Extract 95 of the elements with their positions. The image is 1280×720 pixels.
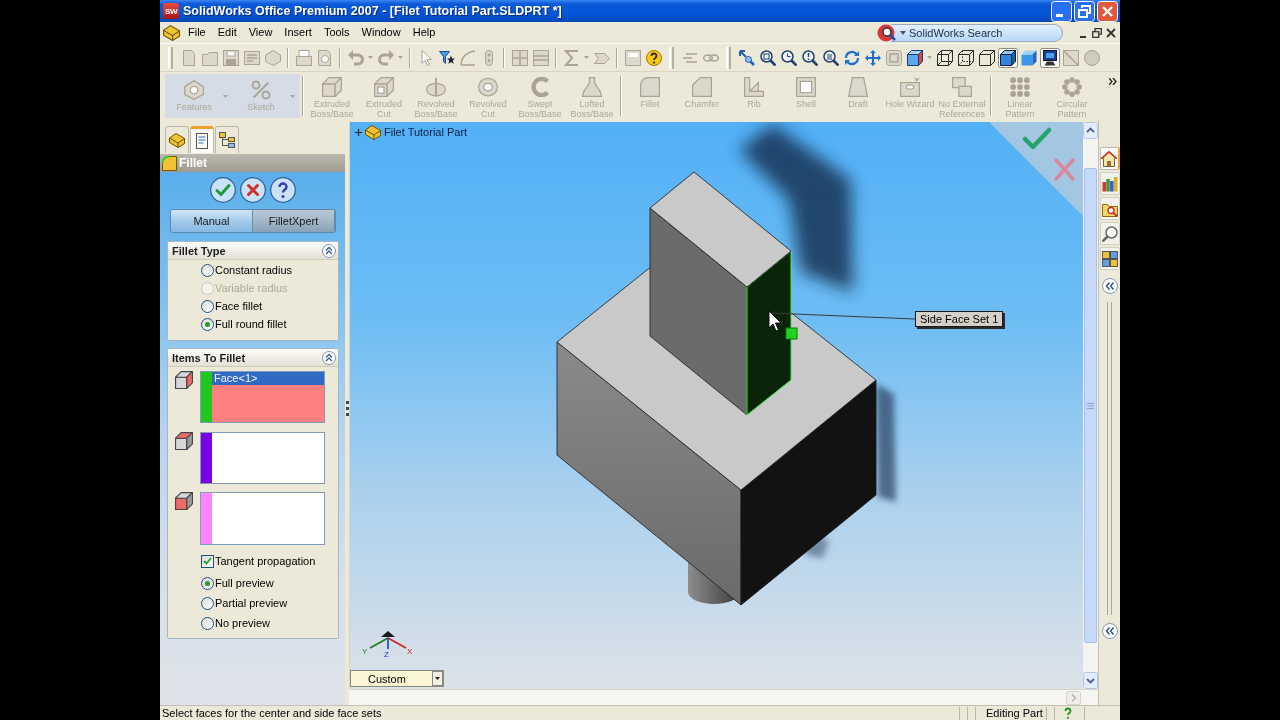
monitor-icon[interactable] (1039, 47, 1060, 68)
menu-item[interactable]: Window (355, 24, 407, 41)
rotate-icon[interactable] (843, 49, 860, 66)
status-message: Select faces for the center and side face sets (161, 706, 383, 720)
selection-listbox[interactable]: Face<1> (200, 371, 325, 423)
drag-handle-icon[interactable] (785, 327, 798, 340)
callout-label: Side Face Set 1 (915, 311, 1004, 327)
radio-option[interactable]: Full preview (201, 573, 274, 593)
caret-down-icon[interactable] (900, 30, 906, 35)
close-icon[interactable] (240, 177, 266, 203)
double-chevron-icon[interactable] (322, 350, 336, 365)
part-icon[interactable] (169, 132, 185, 148)
previous-view-icon[interactable] (738, 49, 755, 66)
status-mode: Editing Part (985, 706, 1044, 720)
cube-icon (175, 432, 193, 450)
radio-option[interactable]: Constant radius (201, 261, 293, 279)
select-filter-icon[interactable] (438, 49, 455, 66)
close-icon[interactable] (1106, 27, 1116, 38)
grip-lines-icon (1087, 402, 1094, 409)
mode-tab[interactable]: FilletXpert (253, 210, 335, 232)
restore-icon[interactable] (1092, 27, 1102, 38)
chevron-down-icon[interactable] (1083, 672, 1098, 689)
cursor-icon (768, 310, 782, 332)
group-title: Fillet Type (172, 244, 226, 257)
zoom-fit-icon[interactable] (759, 49, 776, 66)
wireframe-cube-icon[interactable] (934, 47, 955, 68)
chevron-up-icon[interactable] (1083, 122, 1098, 139)
panel-tab[interactable] (215, 126, 239, 153)
axis-label: Z (384, 650, 389, 659)
property-sheet-icon[interactable] (194, 133, 210, 149)
list-item[interactable]: Face<1> (212, 372, 324, 385)
orientation-dropdown[interactable]: Custom (350, 670, 444, 687)
radio-option[interactable]: Partial preview (201, 593, 288, 613)
menu-item[interactable]: Help (406, 24, 442, 41)
part-icon[interactable] (163, 24, 180, 41)
app-logo: SW (163, 3, 179, 19)
outline-cube-icon[interactable] (976, 47, 997, 68)
plus-icon[interactable] (355, 128, 362, 136)
axis-label: X (407, 647, 413, 656)
panel-title: Fillet (179, 156, 207, 170)
radio-button[interactable] (201, 299, 214, 313)
rounded-part-icon (162, 155, 177, 171)
radio-button[interactable] (201, 616, 214, 630)
mode-tab[interactable]: Manual (171, 210, 253, 232)
check-icon[interactable] (1022, 127, 1052, 150)
radio-option[interactable]: Full round fillet (201, 315, 287, 333)
panel-tab[interactable] (190, 126, 214, 153)
pan-icon[interactable] (864, 49, 881, 66)
caret-down-icon[interactable] (432, 671, 443, 686)
zoom-area-icon[interactable] (780, 49, 797, 66)
edged-shaded-cube-icon[interactable] (997, 47, 1018, 68)
menu-item[interactable]: File (182, 24, 212, 41)
tick-icon (203, 557, 212, 565)
checkbox[interactable] (201, 554, 214, 568)
config-tree-icon[interactable] (219, 132, 235, 148)
double-chevron-icon[interactable] (322, 243, 336, 258)
group-title: Items To Fillet (172, 351, 246, 364)
view-cube-icon[interactable] (906, 49, 923, 66)
radio-button[interactable] (201, 576, 214, 590)
selection-listbox[interactable] (200, 432, 325, 484)
panel-tab[interactable] (165, 126, 189, 153)
radio-option[interactable]: Face fillet (201, 297, 263, 315)
zoom-in-out-icon[interactable] (801, 49, 818, 66)
grip-dots-icon[interactable] (345, 399, 349, 416)
menu-item[interactable]: Insert (278, 24, 318, 41)
radio-button[interactable] (201, 263, 214, 277)
double-chevron-icon[interactable] (1101, 623, 1118, 639)
restore-icon[interactable] (1074, 0, 1095, 22)
part-icon[interactable] (365, 124, 381, 140)
dashed-cube-icon[interactable] (955, 47, 976, 68)
radio-option[interactable]: No preview (201, 613, 271, 633)
double-chevron-icon[interactable] (1101, 278, 1118, 294)
cube-icon (175, 371, 193, 389)
save-icon[interactable] (222, 49, 239, 66)
double-chevron-icon[interactable] (1109, 78, 1117, 85)
radio-button[interactable] (201, 317, 214, 331)
print-preview-icon[interactable] (316, 49, 333, 66)
cube-icon (175, 492, 193, 510)
menu-item[interactable]: View (242, 24, 279, 41)
help-icon[interactable] (645, 49, 662, 66)
window-title: SolidWorks Office Premium 2007 - [Filet Tutorial Part.SLDPRT *] (183, 4, 563, 18)
menu-item[interactable]: Tools (317, 24, 356, 41)
printer-icon[interactable] (295, 49, 312, 66)
tree-item[interactable]: Filet Tutorial Part (384, 126, 468, 138)
minimize-icon[interactable] (1051, 0, 1072, 22)
axis-label: Y (362, 647, 368, 656)
zoom-selection-icon[interactable] (822, 49, 839, 66)
axis-triad-icon (369, 631, 407, 650)
radio-button[interactable] (201, 596, 214, 610)
check-icon[interactable] (210, 177, 236, 203)
search-field[interactable]: SolidWorks Search (891, 23, 1063, 42)
scrollbar-thumb[interactable] (1084, 168, 1097, 643)
checkbox-option[interactable]: Tangent propagation (201, 554, 316, 568)
help-icon[interactable] (270, 177, 296, 203)
menu-item[interactable]: Edit (211, 24, 243, 41)
